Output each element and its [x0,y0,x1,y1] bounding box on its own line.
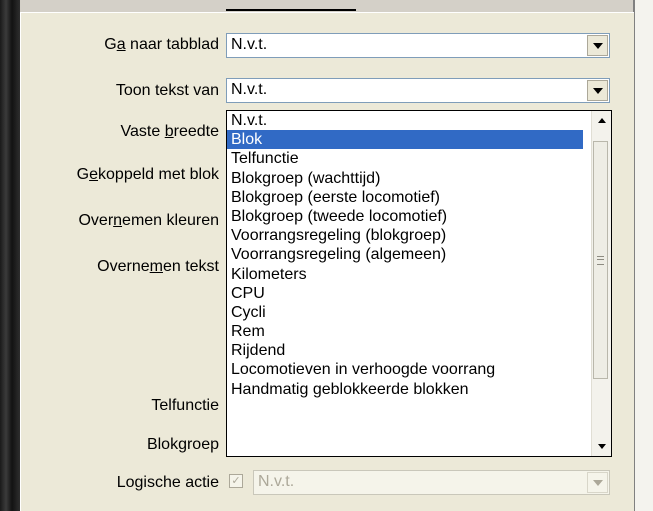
scrollbar-thumb[interactable] [593,141,608,379]
dropdown-list[interactable]: N.v.t. Blok Telfunctie Blokgroep (wachtt… [226,110,612,457]
dropdown-option[interactable]: CPU [227,284,611,303]
fixed-width-label: Vaste breedte [120,123,219,140]
linked-block-label: Gekoppeld met blok [76,166,219,183]
chevron-down-icon [592,42,603,49]
logic-action-label: Logische actie [116,474,219,491]
dropdown-option[interactable]: Cycli [227,303,611,322]
tab-combobox-value: N.v.t. [231,36,268,53]
tab-dropdown-button[interactable] [587,35,608,56]
dropdown-option[interactable]: Rijdend [227,341,611,360]
dropdown-option[interactable]: Voorrangsregeling (algemeen) [227,245,611,264]
logic-action-checkbox[interactable]: ✓ [229,474,243,488]
chevron-down-icon [592,479,603,486]
dropdown-option[interactable]: Blokgroep (eerste locomotief) [227,188,611,207]
take-colors-label: Overnemen kleuren [78,212,219,229]
dropdown-option[interactable]: Rem [227,322,611,341]
dropdown-option[interactable]: Voorrangsregeling (blokgroep) [227,226,611,245]
panel-edge-right [635,0,653,511]
dropdown-option[interactable]: Blokgroep (tweede locomotief) [227,207,611,226]
text-of-combobox[interactable]: N.v.t. [226,78,610,103]
tab-combobox[interactable]: N.v.t. [226,33,610,58]
left-dark-strip [0,0,20,511]
blockgroup-label: Blokgroep [146,436,219,453]
arrow-down-icon [597,444,606,449]
dropdown-option[interactable]: Blokgroep (wachttijd) [227,169,611,188]
scroll-down-button[interactable] [594,439,609,454]
scroll-up-button[interactable] [594,113,609,128]
logic-action-dropdown-button[interactable] [587,472,608,493]
dropdown-option-selected[interactable]: Blok [227,130,583,150]
grip-icon [597,255,604,265]
take-text-label: Overnemen tekst [97,258,219,275]
dropdown-scrollbar[interactable] [591,111,611,456]
top-underline [226,9,356,11]
text-of-label: Toon tekst van [115,82,219,99]
dropdown-option[interactable]: Telfunctie [227,149,611,168]
dropdown-option[interactable]: Kilometers [227,265,611,284]
counter-label: Telfunctie [151,397,219,414]
dropdown-options: N.v.t. Blok Telfunctie Blokgroep (wachtt… [227,111,611,399]
dropdown-option[interactable]: Locomotieven in verhoogde voorrang [227,360,611,379]
text-of-dropdown-button[interactable] [587,80,608,101]
arrow-up-icon [597,118,606,123]
dropdown-option[interactable]: Handmatig geblokkeerde blokken [227,380,611,399]
logic-action-combobox[interactable]: N.v.t. [253,470,610,495]
dropdown-option[interactable]: N.v.t. [227,111,611,130]
tab-label: Ga naar tabblad [104,36,219,53]
logic-action-value: N.v.t. [258,473,295,490]
text-of-combobox-value: N.v.t. [231,81,268,98]
chevron-down-icon [592,87,603,94]
